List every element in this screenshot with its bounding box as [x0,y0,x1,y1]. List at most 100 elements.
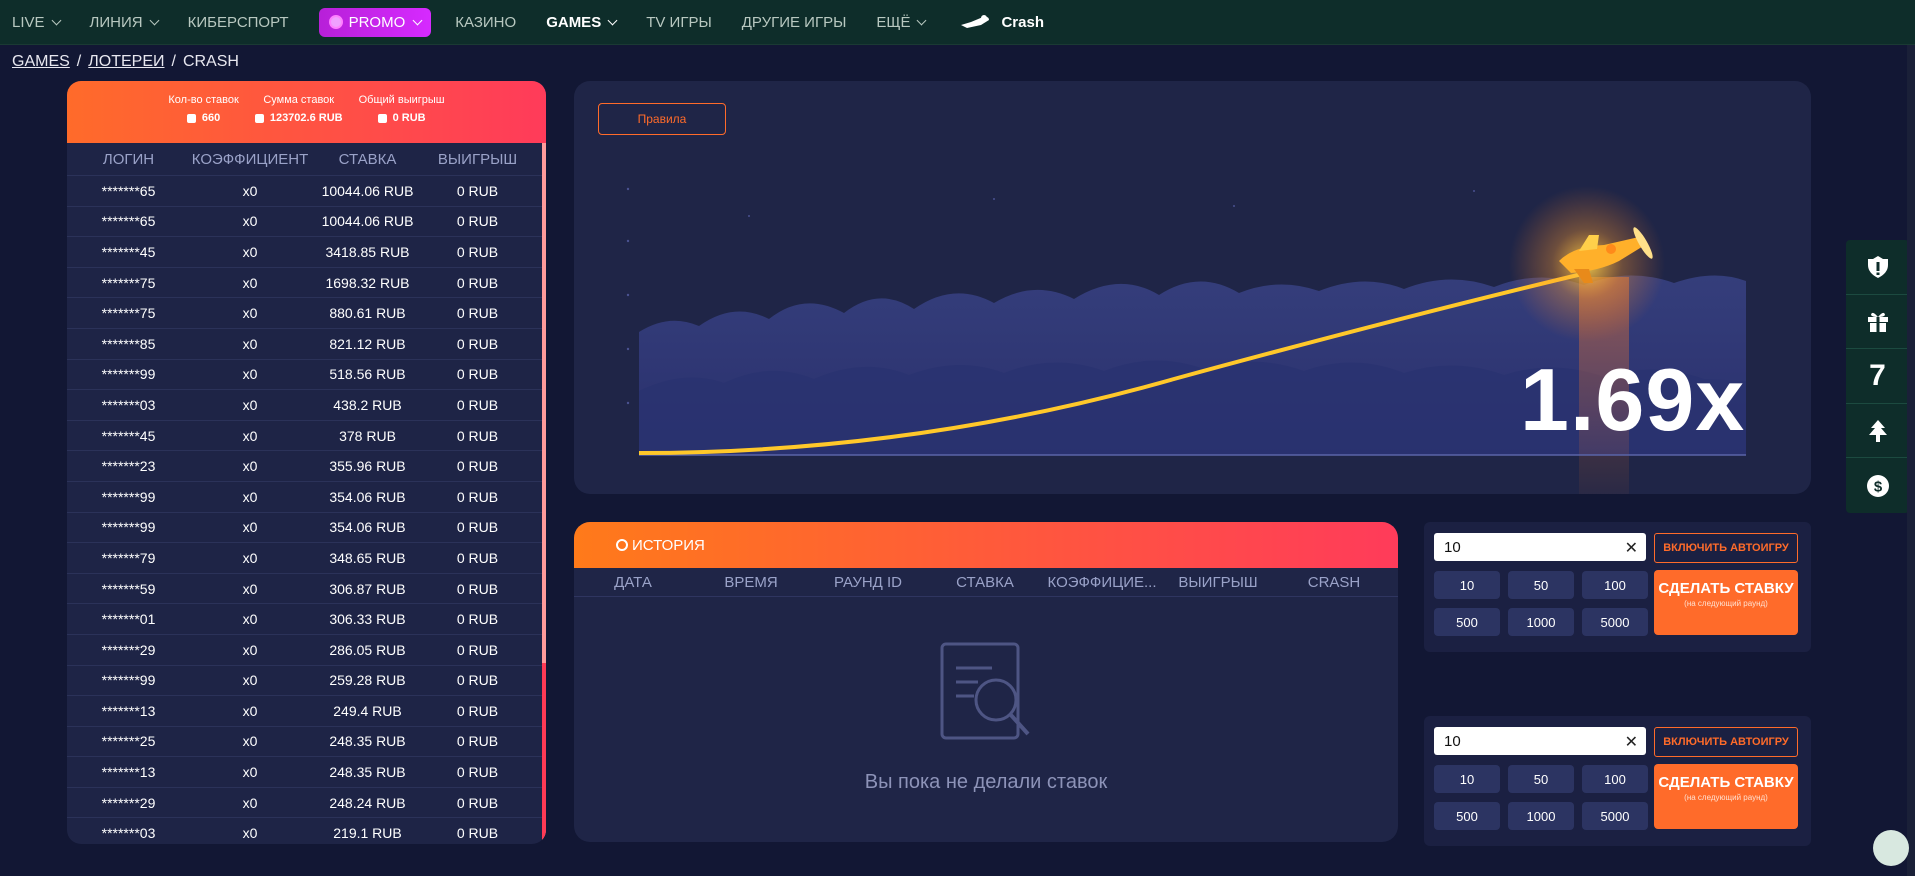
rules-button[interactable]: Правила [598,103,726,135]
coefficient-cell: x0 [242,702,258,719]
nav-line-label: ЛИНИЯ [89,13,143,31]
quick-bet-button[interactable]: 10 [1434,571,1500,599]
breadcrumb-lotteries[interactable]: ЛОТЕРЕИ [88,53,164,71]
quick-bet-button[interactable]: 5000 [1582,608,1648,636]
dock-seven[interactable]: 7 [1846,349,1909,404]
nav-live-label: LIVE [12,13,45,31]
place-bet-button[interactable]: СДЕЛАТЬ СТАВКУ (на следующий раунд) [1654,570,1798,635]
chevron-down-icon [607,15,618,25]
quick-bet-button[interactable]: 1000 [1508,608,1574,636]
login-cell: *******65 [101,213,156,230]
coefficient-cell: x0 [242,764,258,781]
quick-bet-button[interactable]: 10 [1434,765,1500,793]
win-cell: 0 RUB [456,794,499,811]
bet-cell: 286.05 RUB [329,641,406,658]
quick-bet-button[interactable]: 100 [1582,571,1648,599]
coefficient-cell: x0 [242,182,258,199]
coefficient-cell: x0 [242,733,258,750]
nav-crash[interactable]: Crash [959,13,1044,31]
breadcrumb-separator: / [171,53,176,70]
history-table-header: ДАТА ВРЕМЯ РАУНД ID СТАВКА КОЭФФИЦИЕ... … [574,568,1398,597]
total-win-value: 0 RUB [392,112,426,124]
table-row: *******99 x0 354.06 RUB 0 RUB [67,480,546,512]
nav-more-label: ЕЩЁ [876,13,911,31]
bet-amount-input[interactable]: 10 ✕ [1434,727,1646,755]
top-navigation: LIVE ЛИНИЯ КИБЕРСПОРТ PROMO КАЗИНО GAMES… [0,0,1915,45]
quick-bet-button[interactable]: 50 [1508,765,1574,793]
place-bet-label: СДЕЛАТЬ СТАВКУ [1658,774,1794,791]
quick-bet-button[interactable]: 500 [1434,608,1500,636]
nav-more[interactable]: ЕЩЁ [876,13,927,31]
table-row: *******25 x0 248.35 RUB 0 RUB [67,725,546,757]
nav-tv-games[interactable]: TV ИГРЫ [646,14,712,31]
promo-icon [328,15,343,29]
nav-line[interactable]: ЛИНИЯ [89,13,160,31]
quick-bet-button[interactable]: 500 [1434,802,1500,830]
place-bet-button[interactable]: СДЕЛАТЬ СТАВКУ (на следующий раунд) [1654,764,1798,829]
nav-other-games-label: ДРУГИЕ ИГРЫ [741,13,847,31]
table-row: *******99 x0 354.06 RUB 0 RUB [67,511,546,543]
scrollbar-thumb[interactable] [542,663,546,843]
bet-cell: 438.2 RUB [333,396,402,413]
coefficient-cell: x0 [242,458,258,475]
clear-icon[interactable]: ✕ [1625,538,1638,558]
coefficient-cell: x0 [242,488,258,505]
column-crash: CRASH [1307,573,1361,591]
coefficient-cell: x0 [242,825,258,842]
quick-bet-button[interactable]: 50 [1508,571,1574,599]
bets-stats-header: Кол-во ставок 660 Сумма ставок 123702.6 … [67,81,546,143]
login-cell: *******79 [101,549,156,566]
autoplay-button[interactable]: ВКЛЮЧИТЬ АВТОИГРУ [1654,727,1798,757]
chat-icon[interactable] [1873,830,1909,866]
table-row: *******23 x0 355.96 RUB 0 RUB [67,450,546,481]
dock-gift[interactable] [1846,295,1909,350]
history-header: ИСТОРИЯ [574,522,1398,568]
login-cell: *******23 [101,458,156,475]
quick-bet-button[interactable]: 1000 [1508,802,1574,830]
win-cell: 0 RUB [456,182,499,199]
login-cell: *******85 [101,335,156,352]
breadcrumb-crash: CRASH [182,53,239,70]
bet-panel-2: 10 ✕ ВКЛЮЧИТЬ АВТОИГРУ 10 50 100 500 100… [1424,716,1811,846]
coefficient-cell: x0 [242,213,258,230]
table-row: *******45 x0 378 RUB 0 RUB [67,419,546,451]
bet-cell: 219.1 RUB [333,825,402,842]
table-row: *******03 x0 219.1 RUB 0 RUB [67,817,546,844]
table-row: *******79 x0 348.65 RUB 0 RUB [67,542,546,573]
quick-bet-button[interactable]: 100 [1582,765,1648,793]
win-cell: 0 RUB [456,764,499,781]
dock-info[interactable] [1846,240,1909,295]
quick-bet-button[interactable]: 5000 [1582,802,1648,830]
nav-live[interactable]: LIVE [12,13,61,31]
table-row: *******01 x0 306.33 RUB 0 RUB [67,603,546,634]
total-win-label: Общий выигрыш [358,94,445,106]
column-win: ВЫИГРЫШ [437,150,518,168]
nav-esports[interactable]: КИБЕРСПОРТ [188,14,289,31]
bet-amount-input[interactable]: 10 ✕ [1434,533,1646,561]
win-cell: 0 RUB [456,213,499,230]
table-row: *******65 x0 10044.06 RUB 0 RUB [67,175,546,206]
coefficient-cell: x0 [242,580,258,597]
column-coefficient: КОЭФФИЦИЕНТ [191,150,309,168]
win-cell: 0 RUB [456,396,499,413]
nav-promo[interactable]: PROMO [318,7,432,37]
page-scrollbar[interactable] [1907,45,1915,876]
nav-games[interactable]: GAMES [546,14,618,31]
nav-casino[interactable]: КАЗИНО [455,14,516,31]
place-bet-sublabel: (на следующий раунд) [1684,793,1768,802]
nav-other-games[interactable]: ДРУГИЕ ИГРЫ [742,14,847,31]
bet-cell: 378 RUB [339,427,396,444]
dock-tree[interactable] [1846,404,1909,459]
table-row: *******99 x0 518.56 RUB 0 RUB [67,358,546,390]
coins-icon [254,113,264,123]
bet-amount-value: 10 [1444,732,1461,750]
clear-icon[interactable]: ✕ [1625,732,1638,752]
dock-dollar[interactable]: $ [1846,458,1909,513]
nav-casino-label: КАЗИНО [455,13,517,31]
login-cell: *******99 [101,672,156,689]
clock-icon [616,539,628,551]
autoplay-button[interactable]: ВКЛЮЧИТЬ АВТОИГРУ [1654,533,1798,563]
players-scrollbar[interactable] [542,143,546,844]
breadcrumb-games[interactable]: GAMES [12,53,70,71]
table-row: *******99 x0 259.28 RUB 0 RUB [67,664,546,696]
